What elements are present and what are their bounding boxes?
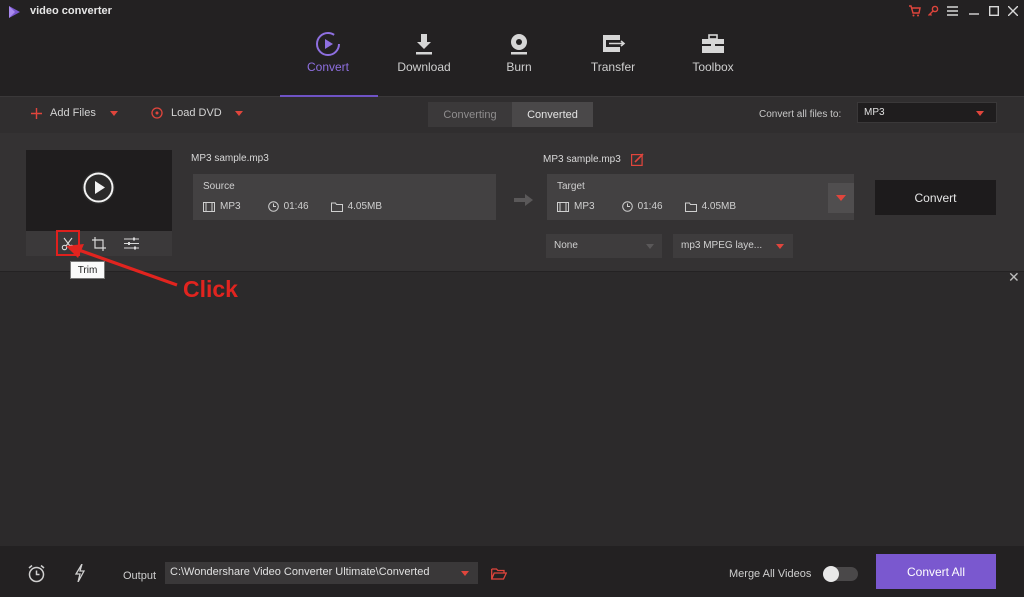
output-format-value: MP3 [864,107,885,118]
tab-download[interactable]: Download [379,24,469,97]
minimize-icon[interactable] [966,3,982,19]
schedule-icon[interactable] [27,564,46,583]
toolbox-icon [700,30,726,58]
tab-transfer-label: Transfer [590,60,636,74]
merge-toggle[interactable] [823,566,858,582]
target-duration: 01:46 [637,201,663,212]
source-duration: 01:46 [283,201,309,212]
transfer-icon [600,30,626,58]
toolbar: Add Files Load DVD Converting Converted … [0,97,1024,133]
film-icon [203,201,215,212]
folder-icon [684,202,697,212]
target-dropdown-icon[interactable] [828,183,854,213]
output-path-value: C:\Wondershare Video Converter Ultimate\… [170,566,430,578]
maximize-icon[interactable] [986,3,1002,19]
edit-icon[interactable] [630,153,644,166]
clock-icon [621,201,633,212]
target-format: MP3 [574,201,595,212]
output-format-dropdown-icon [976,111,984,116]
source-info: Source MP3 01:46 4.05MB [193,174,496,220]
audio-track-dropdown-icon [776,244,784,249]
source-title: Source [203,181,235,192]
play-button[interactable] [82,171,115,204]
menu-icon[interactable] [944,3,960,19]
target-info[interactable]: Target MP3 01:46 4.05MB [547,174,854,220]
load-dvd-label: Load DVD [171,107,222,119]
tab-toolbox[interactable]: Toolbox [668,24,758,97]
source-format: MP3 [220,201,241,212]
speed-icon[interactable] [75,564,85,582]
tab-toolbox-label: Toolbox [692,60,734,74]
output-label: Output [123,570,157,582]
load-dvd-button[interactable]: Load DVD [151,107,243,119]
audio-track-select[interactable]: mp3 MPEG laye... [673,234,793,258]
tab-burn[interactable]: Burn [474,24,564,97]
tab-download-label: Download [397,60,451,74]
subtitle-select[interactable]: None [546,234,662,258]
tab-converted[interactable]: Converted [512,102,593,127]
source-size: 4.05MB [347,201,383,212]
tab-convert-label: Convert [306,60,350,74]
subtitle-select-value: None [554,240,578,251]
key-icon[interactable] [925,3,941,19]
title-bar: video converter [0,0,1024,24]
output-path-dropdown-icon [461,571,469,576]
target-filename-row: MP3 sample.mp3 [543,153,644,166]
tab-burn-label: Burn [506,60,532,74]
convert-button[interactable]: Convert [875,180,996,215]
dvd-icon [151,107,163,119]
subtitle-dropdown-icon [646,244,654,249]
audio-track-value: mp3 MPEG laye... [681,240,763,251]
add-files-button[interactable]: Add Files [31,107,118,119]
convert-all-files-label: Convert all files to: [759,109,842,120]
add-files-label: Add Files [50,107,96,119]
target-filename: MP3 sample.mp3 [543,154,621,165]
target-title: Target [557,181,585,192]
convert-all-button[interactable]: Convert All [876,554,996,589]
convert-icon [315,30,341,58]
tab-transfer[interactable]: Transfer [568,24,658,97]
output-path-select[interactable]: C:\Wondershare Video Converter Ultimate\… [165,562,478,584]
cart-icon[interactable] [906,3,922,19]
click-annotation: Click [183,276,238,302]
remove-file-icon[interactable]: ✕ [1008,269,1020,286]
target-details: MP3 01:46 4.05MB [557,201,736,212]
film-icon [557,201,569,212]
tab-convert[interactable]: Convert [283,24,373,97]
burn-icon [508,30,530,58]
source-filename: MP3 sample.mp3 [191,153,269,164]
add-files-dropdown-icon[interactable] [109,110,118,116]
close-icon[interactable] [1005,3,1021,19]
clock-icon [267,201,279,212]
annotation-arrow-icon [66,244,178,287]
target-size: 4.05MB [701,201,737,212]
tab-converting[interactable]: Converting [428,102,512,127]
load-dvd-dropdown-icon[interactable] [234,110,243,116]
output-format-select[interactable]: MP3 [857,102,997,123]
merge-all-label: Merge All Videos [729,568,812,580]
bottom-bar: Output C:\Wondershare Video Converter Ul… [0,546,1024,597]
app-logo-icon [6,4,22,20]
main-nav: Convert Download Burn Transfer Toolbox [0,24,1024,97]
arrow-right-icon [514,193,534,207]
source-details: MP3 01:46 4.05MB [203,201,382,212]
app-title: video converter [30,5,112,17]
download-icon [414,30,434,58]
plus-icon [31,107,42,119]
open-folder-icon[interactable] [491,568,507,580]
merge-toggle-knob [823,566,839,582]
folder-icon [330,202,343,212]
